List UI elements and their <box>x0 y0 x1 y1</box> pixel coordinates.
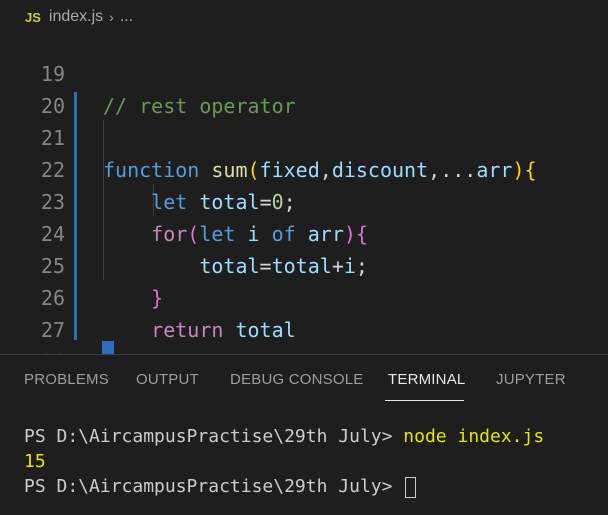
code-token: discount <box>331 158 429 182</box>
code-token: of <box>271 222 296 246</box>
gutter-change-marker <box>74 92 77 340</box>
code-token: , <box>428 158 441 182</box>
code-token: ; <box>355 254 368 278</box>
code-token: i <box>247 222 260 246</box>
code-token: arr <box>307 222 344 246</box>
code-line: 21 function sum(fixed,discount,...arr){ <box>0 90 537 182</box>
code-line: 22 let total=0; <box>0 122 296 214</box>
code-line: 19 // rest operator <box>0 26 296 118</box>
code-token: { <box>524 158 537 182</box>
terminal-output: 15 <box>24 451 46 472</box>
code-token: let <box>199 222 236 246</box>
code-token: i <box>343 254 356 278</box>
tab-terminal[interactable]: TERMINAL <box>388 371 465 388</box>
code-token: function <box>103 158 200 182</box>
code-token: fixed <box>259 158 320 182</box>
code-line: 27 } <box>0 282 115 354</box>
code-token: total <box>199 190 260 214</box>
code-token: = <box>259 190 272 214</box>
code-line: 20 <box>0 58 65 118</box>
code-token: 0 <box>271 190 284 214</box>
tab-problems[interactable]: PROBLEMS <box>24 371 109 388</box>
breadcrumb-file-name[interactable]: index.js <box>49 8 103 26</box>
code-token: = <box>259 254 272 278</box>
code-line: 29 <box>0 346 48 354</box>
code-token: + <box>331 254 344 278</box>
terminal-prompt: PS D:\AircampusPractise\29th July> <box>24 426 404 447</box>
terminal-line: PS D:\AircampusPractise\29th July> <box>24 474 544 499</box>
tab-output[interactable]: OUTPUT <box>136 371 199 388</box>
code-line: 26 return total <box>0 250 296 342</box>
breadcrumb-ellipsis[interactable]: ... <box>120 8 133 26</box>
code-line: 25 } <box>0 218 163 310</box>
code-token: ... <box>440 158 477 182</box>
code-editor[interactable]: 19 // rest operator 20 21 function sum(f… <box>0 26 608 354</box>
code-token: ) <box>343 222 356 246</box>
code-token: arr <box>476 158 513 182</box>
active-tab-indicator <box>385 400 464 401</box>
code-token: { <box>355 222 368 246</box>
javascript-file-icon: JS <box>25 9 41 25</box>
editor-cursor <box>102 341 114 354</box>
code-token: for <box>151 222 188 246</box>
code-token: ( <box>247 158 260 182</box>
terminal-cursor[interactable] <box>405 476 417 498</box>
code-line: 28 console.log(sum(200,100,1,2,3,4,5)) <box>0 314 65 354</box>
code-token: let <box>151 190 188 214</box>
code-token: return <box>151 318 224 342</box>
code-token: ( <box>187 222 200 246</box>
code-token: total <box>235 318 296 342</box>
code-token: ; <box>283 190 296 214</box>
tab-debug-console[interactable]: DEBUG CONSOLE <box>230 371 363 388</box>
code-line: 24 total=total+i; <box>0 186 368 278</box>
code-comment: // rest operator <box>103 94 296 118</box>
code-token: sum <box>211 158 248 182</box>
code-line: 23 for(let i of arr){ <box>0 154 368 246</box>
terminal-prompt: PS D:\AircampusPractise\29th July> <box>24 476 404 497</box>
code-token: total <box>199 254 260 278</box>
code-token: , <box>319 158 332 182</box>
terminal-line: PS D:\AircampusPractise\29th July> node … <box>24 424 544 449</box>
code-token: } <box>151 286 164 310</box>
code-token: total <box>271 254 332 278</box>
chevron-right-icon: › <box>109 9 114 25</box>
panel-tabs: PROBLEMS OUTPUT DEBUG CONSOLE TERMINAL J… <box>0 355 608 405</box>
terminal-command: node index.js <box>403 426 545 447</box>
terminal[interactable]: PS D:\AircampusPractise\29th July> node … <box>24 424 544 499</box>
tab-jupyter[interactable]: JUPYTER <box>496 371 566 388</box>
code-token: ) <box>512 158 525 182</box>
